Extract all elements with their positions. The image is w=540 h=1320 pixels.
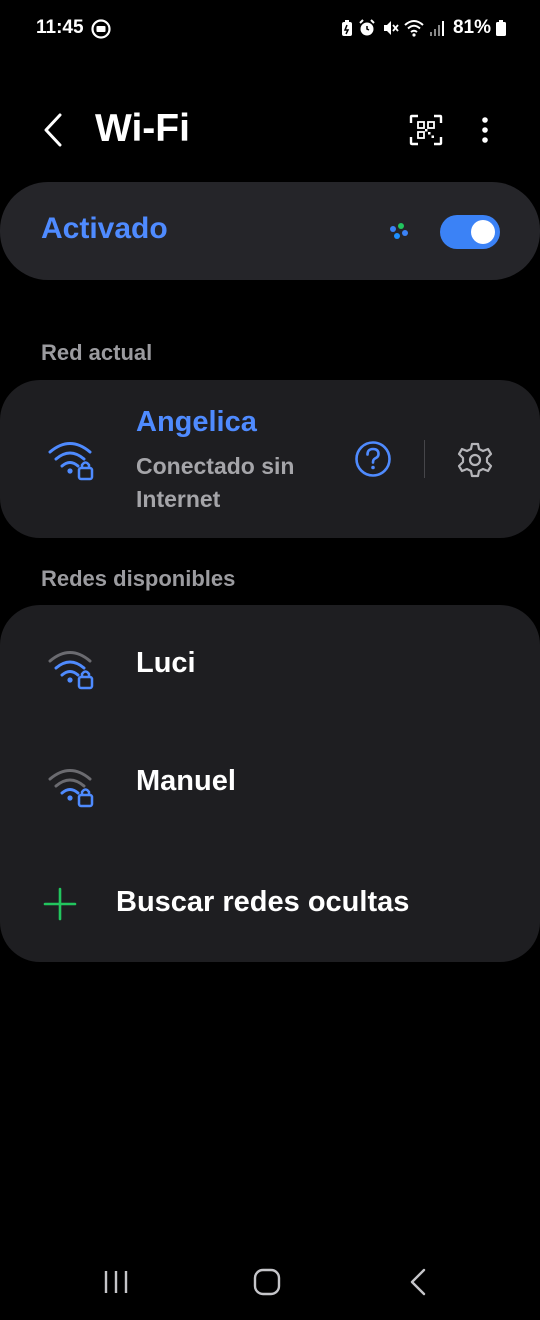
toggle-knob [471, 220, 495, 244]
intelligent-wifi-icon [388, 222, 410, 247]
network-row-manuel[interactable]: Manuel [0, 728, 540, 838]
network-settings-button[interactable] [457, 442, 493, 483]
nav-back-button[interactable] [398, 1264, 438, 1300]
mute-icon [381, 19, 399, 37]
wifi-lock-icon [48, 766, 96, 813]
qr-code-icon [409, 114, 443, 146]
wifi-lock-icon [48, 439, 96, 486]
settings-icon [457, 442, 493, 478]
current-network-name: Angelica [136, 406, 257, 438]
current-network-status: Conectado sin Internet [136, 453, 295, 512]
status-icons: 81% [341, 17, 506, 39]
navigation-bar [0, 1240, 540, 1320]
current-network-header: Red actual [41, 340, 153, 365]
qr-code-button[interactable] [406, 110, 446, 150]
home-button[interactable] [247, 1264, 287, 1300]
add-hidden-network-row[interactable]: Buscar redes ocultas [0, 853, 540, 953]
divider [424, 440, 425, 478]
recents-icon [104, 1271, 128, 1293]
help-button[interactable] [354, 440, 392, 483]
available-networks-header: Redes disponibles [41, 566, 236, 591]
media-icon [90, 19, 112, 44]
app-bar: Wi-Fi [0, 100, 540, 160]
page-title: Wi-Fi [95, 107, 190, 150]
add-hidden-network-label: Buscar redes ocultas [116, 886, 410, 918]
battery-percentage: 81% [452, 17, 491, 38]
status-time: 11:45 [36, 17, 84, 38]
more-options-icon [482, 117, 488, 143]
back-icon [44, 113, 62, 147]
alarm-icon [358, 19, 376, 37]
back-button[interactable] [36, 108, 70, 152]
battery-saver-icon [341, 19, 353, 37]
status-bar: 11:45 81% [0, 0, 540, 60]
current-network-card[interactable]: Angelica Conectado sin Internet [0, 380, 540, 538]
home-icon [253, 1268, 281, 1296]
wifi-switch-label: Activado [41, 212, 168, 245]
wifi-icon [404, 19, 424, 37]
network-row-luci[interactable]: Luci [0, 610, 540, 720]
plus-icon [43, 887, 77, 926]
wifi-lock-icon [48, 648, 96, 695]
recents-button[interactable] [96, 1264, 136, 1300]
back-nav-icon [410, 1268, 426, 1296]
network-name: Luci [136, 647, 196, 679]
help-icon [355, 441, 391, 477]
available-networks-card: Luci Manuel Buscar redes ocultas [0, 605, 540, 962]
more-options-button[interactable] [470, 110, 500, 150]
wifi-toggle[interactable] [440, 215, 500, 249]
signal-icon [429, 19, 445, 37]
battery-icon [496, 20, 506, 36]
network-name: Manuel [136, 765, 236, 797]
